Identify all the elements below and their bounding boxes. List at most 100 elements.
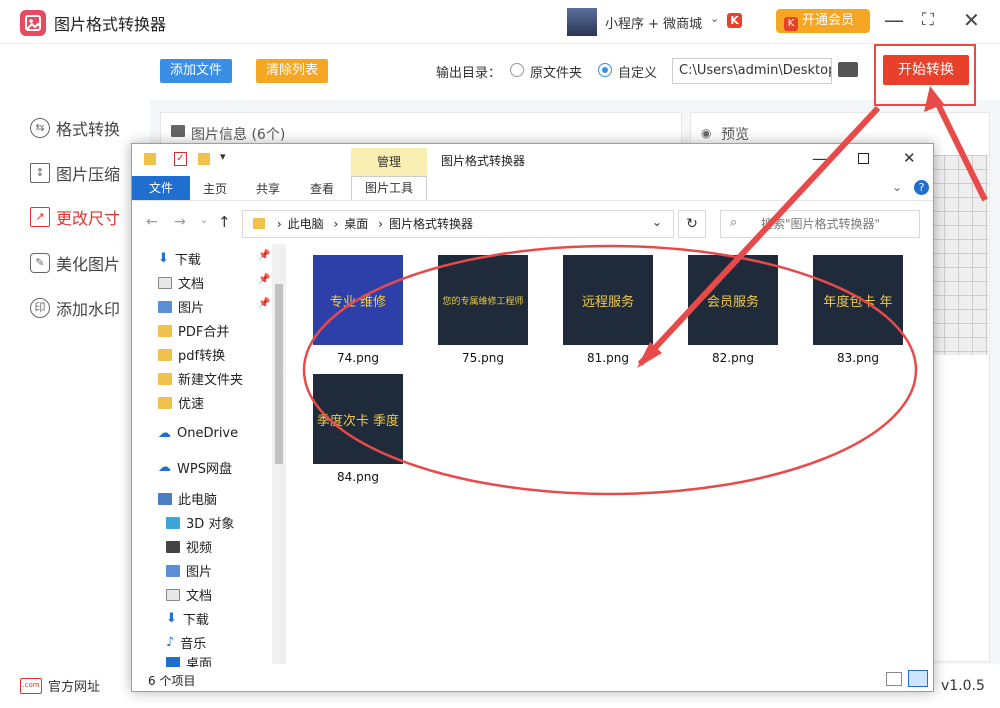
pin-icon[interactable]: 📌	[258, 250, 270, 261]
file-thumbnail[interactable]: 会员服务	[688, 255, 778, 345]
website-label: 官方网址	[48, 680, 101, 695]
output-path-input[interactable]: C:\Users\admin\Desktop	[672, 58, 832, 84]
file-thumbnail[interactable]: 远程服务	[563, 255, 653, 345]
file-name[interactable]: 75.png	[438, 351, 528, 365]
nav-documents-pc[interactable]: 文档	[166, 585, 212, 604]
scrollbar-thumb[interactable]	[275, 284, 283, 464]
compress-icon: ↕	[30, 163, 50, 183]
file-thumbnail[interactable]: 季度次卡 季度	[313, 374, 403, 464]
sidebar-item-resize[interactable]: ↗ 更改尺寸	[30, 205, 120, 229]
radio-original-folder[interactable]	[510, 63, 524, 77]
nav-documents[interactable]: 文档	[158, 273, 204, 292]
resize-icon: ↗	[30, 207, 50, 227]
website-link[interactable]: .com 官方网址	[20, 676, 100, 695]
nav-videos[interactable]: 视频	[166, 537, 212, 556]
radio-original-label: 原文件夹	[530, 66, 583, 81]
nav-desktop[interactable]: 桌面	[166, 657, 212, 667]
sidebar-item-watermark[interactable]: 印添加水印	[30, 296, 120, 320]
back-icon[interactable]: ←	[146, 214, 158, 230]
maximize-icon[interactable]	[858, 153, 869, 164]
breadcrumb-folder[interactable]: 图片格式转换器	[389, 217, 473, 231]
minimize-icon[interactable]: —	[884, 8, 904, 32]
nav-label: 此电脑	[178, 493, 218, 508]
nav-label: 优速	[178, 397, 205, 412]
nav-pictures-pc[interactable]: 图片	[166, 561, 212, 580]
breadcrumb-desktop[interactable]: 桌面	[344, 217, 368, 231]
beautify-icon: ✎	[30, 253, 50, 273]
details-view-icon[interactable]	[886, 672, 902, 686]
new-folder-icon[interactable]	[198, 153, 210, 165]
file-name[interactable]: 83.png	[813, 351, 903, 365]
clear-list-button[interactable]: 清除列表	[256, 59, 328, 83]
tab-file[interactable]: 文件	[132, 176, 190, 200]
address-bar[interactable]: › 此电脑 › 桌面 › 图片格式转换器	[242, 210, 674, 238]
minimize-icon[interactable]: —	[812, 149, 828, 168]
nav-downloads[interactable]: ⬇ 下载	[158, 249, 201, 268]
refresh-icon[interactable]: ↻	[678, 210, 706, 238]
nav-scrollbar[interactable]	[272, 244, 286, 664]
pin-icon[interactable]: 📌	[258, 298, 270, 309]
sidebar-item-compress[interactable]: ↕ 图片压缩	[30, 161, 120, 185]
up-icon[interactable]: ↑	[218, 213, 231, 231]
tab-share[interactable]: 共享	[256, 180, 280, 197]
file-name[interactable]: 82.png	[688, 351, 778, 365]
cloud-icon: ☁	[158, 426, 171, 441]
properties-icon[interactable]: ✓	[174, 152, 187, 166]
nav-downloads-pc[interactable]: ⬇ 下载	[166, 609, 209, 628]
nav-label: 3D 对象	[186, 517, 235, 532]
k-badge-icon: K	[727, 13, 742, 28]
close-icon[interactable]: ✕	[903, 149, 916, 167]
file-thumbnail[interactable]: 您的专属维修工程师	[438, 255, 528, 345]
sidebar-item-format[interactable]: ⇆ 格式转换	[30, 116, 120, 140]
nav-music[interactable]: ♪ 音乐	[166, 633, 206, 652]
breadcrumb-pc[interactable]: 此电脑	[288, 217, 324, 231]
maximize-icon[interactable]: ⛶	[922, 8, 934, 32]
document-icon	[166, 588, 180, 601]
file-name[interactable]: 84.png	[313, 470, 403, 484]
nav-wps[interactable]: ☁ WPS网盘	[158, 458, 232, 477]
tab-manage[interactable]: 管理	[351, 148, 427, 176]
nav-pdf-merge[interactable]: PDF合并	[158, 321, 229, 340]
preview-title: 预览	[721, 127, 749, 143]
search-input[interactable]: 搜索"图片格式转换器"	[720, 210, 920, 238]
nav-label: 文档	[178, 277, 205, 292]
folder-icon	[158, 396, 172, 409]
nav-3d-objects[interactable]: 3D 对象	[166, 513, 234, 532]
mini-program-link[interactable]: 小程序 + 微商城	[605, 13, 702, 32]
ribbon-expand-icon[interactable]: ⌄	[892, 180, 902, 194]
folder-icon	[144, 153, 156, 165]
sidebar-item-beautify[interactable]: ✎ 美化图片	[30, 251, 120, 275]
nav-onedrive[interactable]: ☁ OneDrive	[158, 426, 238, 441]
file-name[interactable]: 74.png	[313, 351, 403, 365]
qat-dropdown-icon[interactable]: ▾	[220, 150, 226, 163]
nav-yousu[interactable]: 优速	[158, 393, 204, 412]
nav-new-folder[interactable]: 新建文件夹	[158, 369, 243, 388]
file-name[interactable]: 81.png	[563, 351, 653, 365]
add-file-button[interactable]: 添加文件	[160, 59, 232, 83]
chevron-down-icon[interactable]: ⌄	[710, 12, 719, 25]
folder-icon[interactable]	[838, 62, 858, 77]
tab-view[interactable]: 查看	[310, 180, 334, 197]
vip-button[interactable]: K 开通会员	[776, 9, 870, 33]
nav-this-pc[interactable]: 此电脑	[158, 489, 217, 508]
thumbnail-view-icon[interactable]	[908, 670, 928, 687]
mini-program-thumbnail[interactable]	[567, 8, 597, 36]
image-icon	[171, 125, 185, 137]
sidebar-item-label: 添加水印	[56, 300, 121, 319]
pin-icon[interactable]: 📌	[258, 274, 270, 285]
file-thumbnail[interactable]: 年度包卡 年	[813, 255, 903, 345]
radio-custom[interactable]	[598, 63, 612, 77]
close-icon[interactable]: ✕	[963, 8, 980, 32]
forward-icon[interactable]: →	[174, 214, 186, 230]
output-dir-label: 输出目录：	[436, 66, 502, 81]
tab-picture-tools[interactable]: 图片工具	[351, 176, 427, 200]
tab-home[interactable]: 主页	[203, 180, 227, 197]
file-thumbnail[interactable]: 专业 维修	[313, 255, 403, 345]
nav-pictures[interactable]: 图片	[158, 297, 204, 316]
nav-pdf-convert[interactable]: pdf转换	[158, 345, 225, 364]
address-dropdown-icon[interactable]: ⌄	[652, 215, 662, 229]
explorer-titlebar: ✓ ▾ 管理 图片格式转换器 — ✕	[132, 144, 933, 176]
sidebar-item-label: 更改尺寸	[56, 209, 121, 228]
history-dropdown-icon[interactable]: ⌄	[200, 215, 208, 226]
help-icon[interactable]: ?	[914, 180, 929, 195]
